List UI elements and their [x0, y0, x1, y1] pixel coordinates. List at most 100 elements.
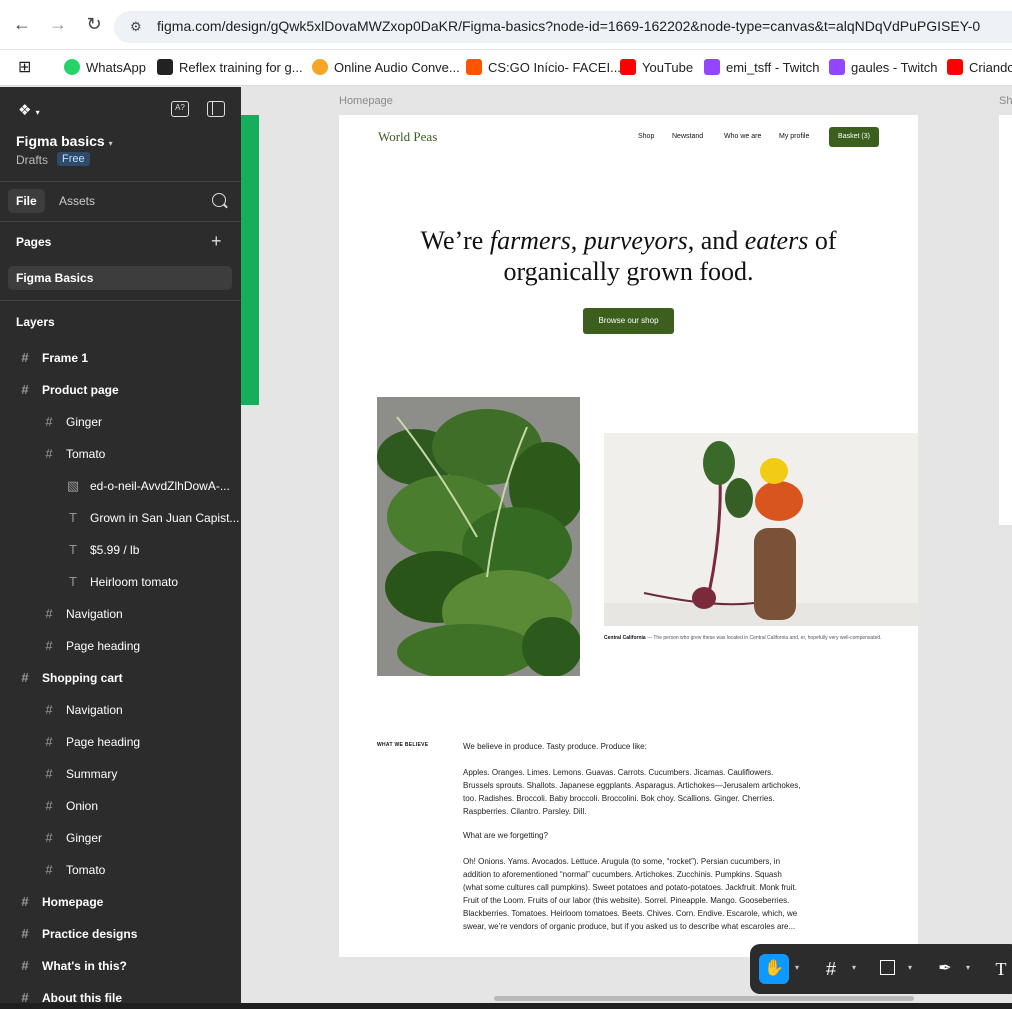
nav-newstand[interactable]: Newstand [672, 133, 703, 140]
url-text[interactable]: figma.com/design/gQwk5xlDovaMWZxop0DaKR/… [157, 18, 980, 34]
nav-shop[interactable]: Shop [638, 133, 654, 140]
tab-assets[interactable]: Assets [59, 194, 95, 208]
bookmark-twitch-gaules[interactable]: gaules - Twitch [829, 57, 937, 79]
address-bar[interactable]: ⚙ figma.com/design/gQwk5xlDovaMWZxop0DaK… [114, 11, 1012, 43]
tab-file[interactable]: File [8, 189, 45, 213]
layer-label: Practice designs [42, 927, 138, 941]
homepage-frame[interactable]: World Peas Shop Newstand Who we are My p… [339, 115, 918, 957]
layer-row[interactable]: # What's in this? [18, 950, 126, 982]
reload-icon[interactable]: ↻ [84, 14, 104, 34]
audio-converter-icon [312, 59, 328, 75]
frame-tool-icon[interactable]: # [816, 954, 846, 984]
frame-layer-icon: # [45, 734, 53, 749]
frame-layer-icon: # [21, 670, 29, 685]
pen-tool-icon[interactable]: ✒ [930, 954, 960, 984]
nav-my-profile[interactable]: My profile [779, 133, 809, 140]
layer-label: Navigation [66, 607, 123, 621]
site-settings-icon[interactable]: ⚙ [130, 18, 148, 36]
greens-photo [377, 397, 580, 676]
layer-row[interactable]: ▧ ed-o-neil-AvvdZlhDowA-... [66, 470, 230, 502]
frame-layer-icon: # [45, 446, 53, 461]
bookmark-reflex[interactable]: Reflex training for g... [157, 57, 303, 79]
chevron-down-icon[interactable]: ▾ [795, 963, 799, 972]
layer-label: Heirloom tomato [90, 575, 179, 589]
layer-label: Onion [66, 799, 99, 813]
browse-shop-button[interactable]: Browse our shop [583, 308, 674, 334]
sidebar-toggle-icon[interactable] [207, 101, 225, 117]
believe-paragraph-1: We believe in produce. Tasty produce. Pr… [463, 742, 647, 751]
apps-grid-icon[interactable]: ⊞ [18, 57, 31, 79]
drafts-label[interactable]: Drafts [16, 153, 48, 167]
horizontal-scrollbar[interactable] [494, 996, 914, 1001]
frame-label-shopping[interactable]: Sh [999, 95, 1012, 107]
figma-menu-icon[interactable]: ❖ ▾ [18, 101, 44, 119]
bookmark-twitch-emi[interactable]: emi_tsff - Twitch [704, 57, 819, 79]
bookmark-audio-converter[interactable]: Online Audio Conve... [312, 57, 460, 79]
bookmarks-bar: ⊞ WhatsApp Reflex training for g... Onli… [0, 50, 1012, 86]
layer-label: Grown in San Juan Capist... [90, 511, 240, 525]
bookmark-criando[interactable]: Criando [947, 57, 1012, 79]
layer-row[interactable]: # Page heading [42, 630, 140, 662]
layer-row[interactable]: # Ginger [42, 406, 102, 438]
selection-frame-edge [241, 115, 259, 405]
layer-row[interactable]: T $5.99 / lb [66, 534, 139, 566]
bookmark-youtube[interactable]: YouTube [620, 57, 693, 79]
canvas[interactable]: Homepage Sh World Peas Shop Newstand Who… [241, 87, 1012, 1009]
back-icon[interactable]: ← [12, 14, 32, 34]
frame-layer-icon: # [21, 350, 29, 365]
text-layer-icon: T [69, 542, 77, 557]
page-figma-basics[interactable]: Figma Basics [8, 266, 232, 290]
bookmark-faceit[interactable]: CS:GO Início- FACEI... [466, 57, 621, 79]
hero-heading: We’re farmers, purveyors, and eaters of … [420, 226, 837, 286]
basket-button[interactable]: Basket (3) [829, 127, 879, 147]
layer-row[interactable]: # Navigation [42, 598, 123, 630]
layer-row[interactable]: # Tomato [42, 438, 105, 470]
ai-icon[interactable]: A? [171, 101, 189, 117]
layer-row[interactable]: # Product page [18, 374, 118, 406]
layer-row[interactable]: # Tomato [42, 854, 105, 886]
frame-label-homepage[interactable]: Homepage [339, 95, 393, 107]
text-layer-icon: T [69, 510, 77, 525]
believe-paragraph-2: Apples. Oranges. Limes. Lemons. Guavas. … [463, 768, 801, 816]
layer-label: Homepage [42, 895, 104, 909]
layer-row[interactable]: # Homepage [18, 886, 103, 918]
layer-row[interactable]: # Summary [42, 758, 117, 790]
layer-row[interactable]: # Frame 1 [18, 342, 88, 374]
layer-row[interactable]: T Heirloom tomato [66, 566, 178, 598]
chevron-down-icon: ▾ [108, 139, 113, 148]
whatsapp-icon [64, 59, 80, 75]
layer-row[interactable]: # Page heading [42, 726, 140, 758]
layers-title: Layers [16, 315, 55, 329]
chevron-down-icon[interactable]: ▾ [966, 963, 970, 972]
forward-icon[interactable]: → [48, 14, 68, 34]
bookmark-whatsapp[interactable]: WhatsApp [64, 57, 146, 79]
text-tool-icon[interactable]: T [986, 954, 1012, 984]
frame-layer-icon: # [21, 894, 29, 909]
believe-paragraph-4: Oh! Onions. Yams. Avocados. Lettuce. Aru… [463, 857, 798, 931]
add-page-icon[interactable]: + [211, 232, 222, 250]
adjacent-frame[interactable] [999, 115, 1012, 525]
search-icon[interactable] [212, 193, 226, 207]
frame-layer-icon: # [45, 606, 53, 621]
divider [0, 221, 241, 222]
layer-label: ed-o-neil-AvvdZlhDowA-... [90, 479, 230, 493]
nav-who-we-are[interactable]: Who we are [724, 133, 761, 140]
chevron-down-icon[interactable]: ▾ [852, 963, 856, 972]
layer-row[interactable]: # Ginger [42, 822, 102, 854]
youtube-icon [620, 59, 636, 75]
rectangle-tool-icon[interactable] [872, 954, 902, 984]
twitch-icon [829, 59, 845, 75]
frame-layer-icon: # [45, 766, 53, 781]
layer-row[interactable]: # Onion [42, 790, 98, 822]
pages-title: Pages [16, 235, 52, 249]
frame-layer-icon: # [45, 414, 53, 429]
layer-row[interactable]: # Shopping cart [18, 662, 122, 694]
tools-toolbar: ✋ ▾ # ▾ ▾ ✒ ▾ T [750, 944, 1012, 994]
layer-row[interactable]: # Practice designs [18, 918, 137, 950]
hand-tool-icon[interactable]: ✋ [759, 954, 789, 984]
layer-label: $5.99 / lb [90, 543, 140, 557]
layer-row[interactable]: T Grown in San Juan Capist... [66, 502, 239, 534]
chevron-down-icon[interactable]: ▾ [908, 963, 912, 972]
file-title[interactable]: Figma basics ▾ [16, 133, 113, 149]
layer-row[interactable]: # Navigation [42, 694, 122, 726]
